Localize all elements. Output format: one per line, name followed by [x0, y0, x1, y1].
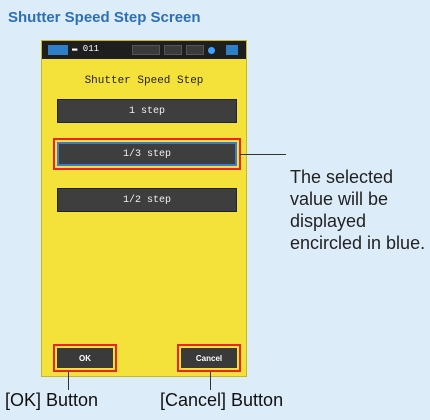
status-bar: ▬ 011 — [42, 41, 246, 59]
status-indicator-2 — [164, 45, 182, 55]
cancel-caption: [Cancel] Button — [160, 390, 284, 410]
page-heading: Shutter Speed Step Screen — [8, 9, 201, 26]
option-1-2-step[interactable]: 1/2 step — [57, 188, 237, 212]
screen-title: Shutter Speed Step — [84, 75, 204, 87]
wireless-icon — [208, 47, 215, 54]
ok-caption: [OK] Button — [5, 390, 99, 410]
ok-button[interactable]: OK — [53, 344, 117, 372]
ok-callout-line — [68, 372, 69, 390]
status-indicator-3 — [186, 45, 204, 55]
option-1-3-step[interactable]: 1/3 step — [53, 138, 241, 170]
cancel-callout-line — [210, 372, 211, 390]
option-1-step[interactable]: 1 step — [57, 99, 237, 123]
battery-icon — [48, 45, 68, 55]
device-screen: ▬ 011 Shutter Speed Step 1 step 1/3 step… — [41, 40, 247, 377]
selected-callout-line — [240, 154, 286, 155]
signal-icon — [226, 45, 238, 55]
status-indicator-1 — [132, 45, 160, 55]
selected-note: The selected value will be displayed enc… — [290, 167, 426, 253]
cancel-button[interactable]: Cancel — [177, 344, 241, 372]
status-text: ▬ 011 — [72, 44, 100, 54]
